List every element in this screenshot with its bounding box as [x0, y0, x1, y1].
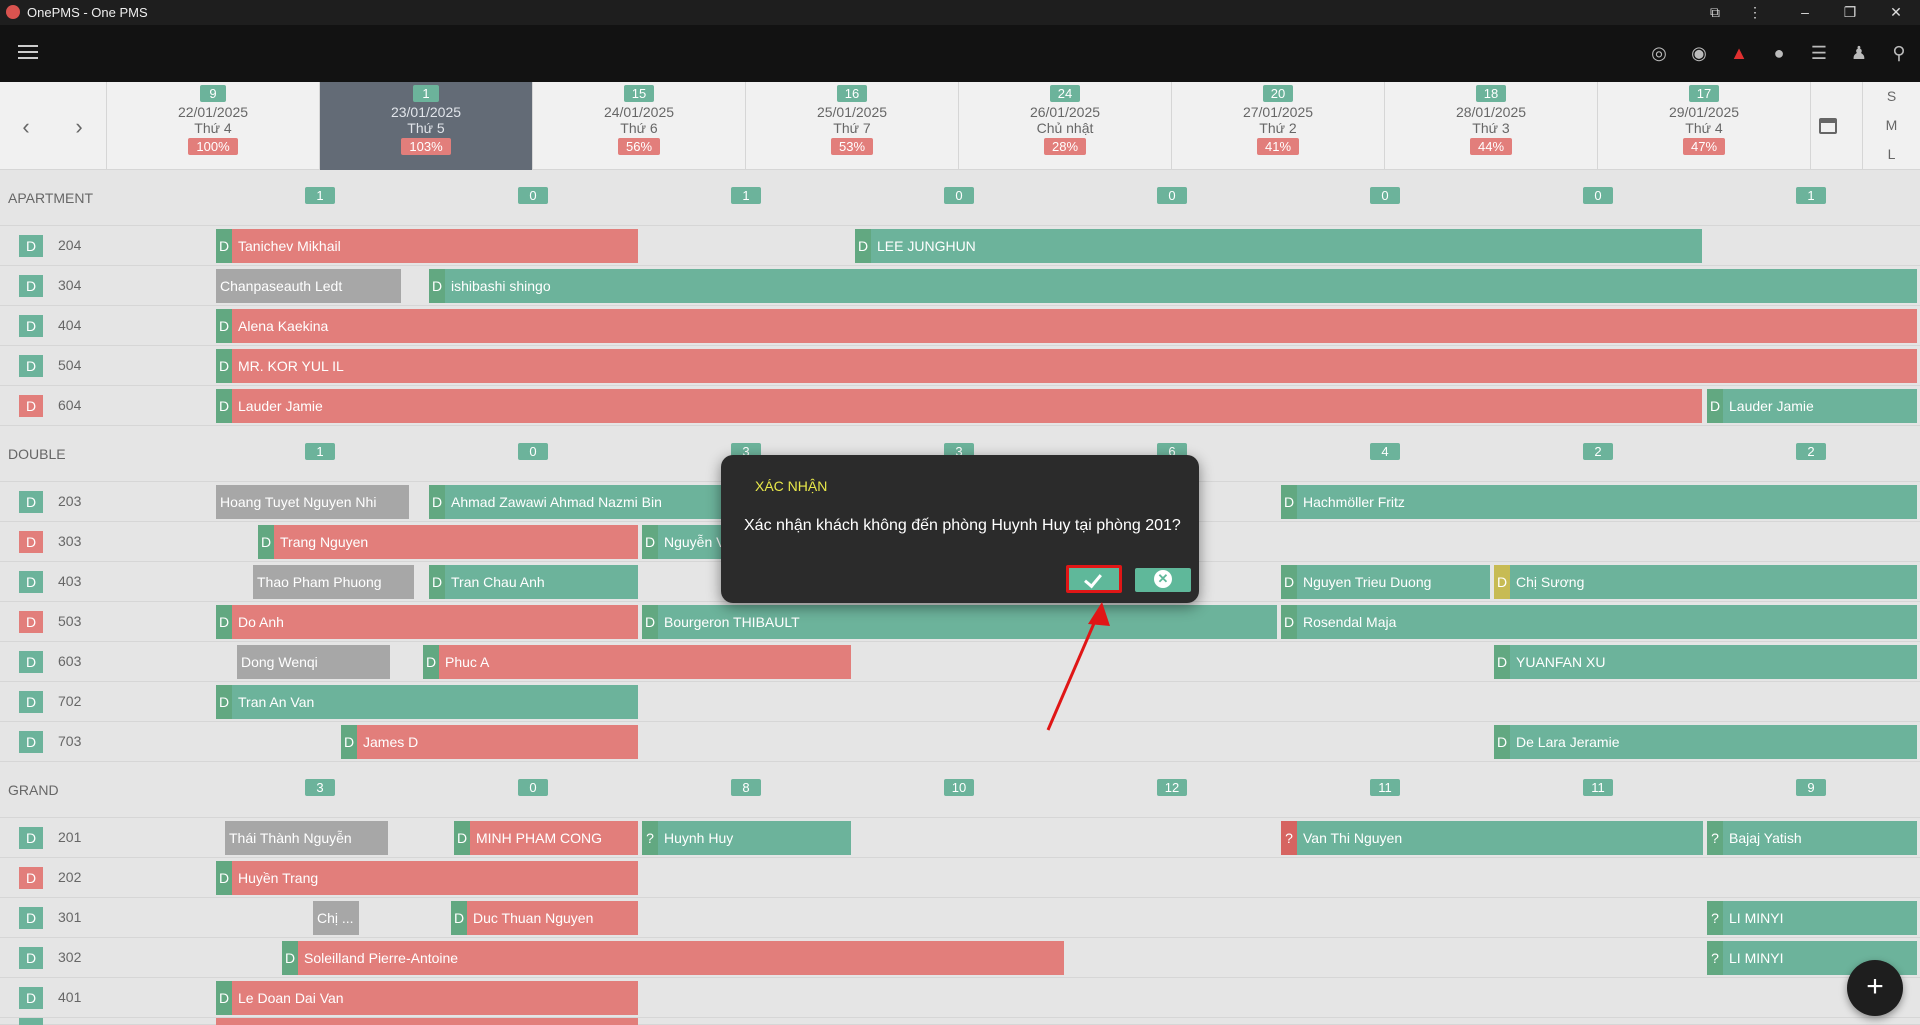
dialog-title: XÁC NHẬN: [755, 478, 828, 494]
window-title: OnePMS - One PMS: [27, 5, 148, 20]
check-icon: [1084, 569, 1102, 589]
bell-icon[interactable]: ●: [1768, 42, 1790, 64]
dialog-message: Xác nhận khách không đến phòng Huynh Huy…: [744, 517, 1181, 534]
eye-icon[interactable]: ◉: [1688, 42, 1710, 64]
app-logo-icon: [6, 5, 20, 19]
confirm-button[interactable]: [1066, 565, 1122, 593]
confirm-dialog: XÁC NHẬN Xác nhận khách không đến phòng …: [721, 455, 1199, 603]
search-icon[interactable]: ⚲: [1888, 42, 1910, 64]
hamburger-menu-icon[interactable]: [18, 45, 38, 61]
extensions-icon[interactable]: ⧉: [1695, 0, 1735, 25]
cancel-button[interactable]: ✕: [1135, 568, 1191, 592]
more-options-icon[interactable]: ⋮: [1735, 0, 1775, 25]
warning-icon[interactable]: ▲: [1728, 42, 1750, 64]
app-toolbar: ◎ ◉ ▲ ● ☰ ♟ ⚲: [0, 25, 1920, 82]
add-booking-fab[interactable]: +: [1847, 960, 1903, 1016]
close-window-button[interactable]: ✕: [1876, 0, 1916, 25]
minimize-button[interactable]: –: [1785, 0, 1825, 25]
fingerprint-icon[interactable]: ◎: [1648, 42, 1670, 64]
close-circle-icon: ✕: [1154, 570, 1172, 588]
add-user-icon[interactable]: ♟: [1848, 42, 1870, 64]
restore-button[interactable]: ❐: [1830, 0, 1870, 25]
annotation-arrow: [1046, 602, 1110, 731]
list-icon[interactable]: ☰: [1808, 42, 1830, 64]
window-titlebar: OnePMS - One PMS ⧉ ⋮ – ❐ ✕: [0, 0, 1920, 25]
